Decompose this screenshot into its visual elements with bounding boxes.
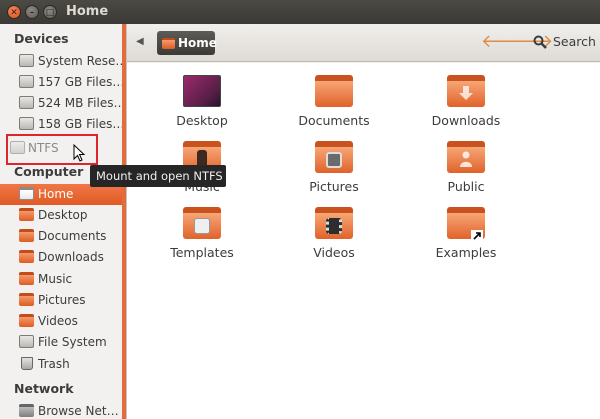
search-icon xyxy=(533,35,547,49)
sidebar-item-label: Videos xyxy=(38,314,78,328)
pictures-folder-icon xyxy=(315,141,353,173)
sidebar-section-devices: Devices xyxy=(14,31,69,46)
file-item-pictures[interactable]: Pictures xyxy=(279,135,389,197)
sidebar-item-label: 158 GB Files… xyxy=(38,117,122,131)
sidebar-item-label: 524 MB Files… xyxy=(38,96,122,110)
drive-icon xyxy=(19,96,34,109)
sidebar-item-downloads[interactable]: Downloads xyxy=(0,247,122,268)
search-label: Search xyxy=(553,34,596,49)
picture-icon xyxy=(326,152,342,168)
sidebar-item-file-system[interactable]: File System xyxy=(0,332,122,353)
sidebar-section-computer: Computer xyxy=(14,164,84,179)
sidebar-item-system-reserved[interactable]: System Rese… xyxy=(0,51,122,72)
close-window-button[interactable]: ✕ xyxy=(7,5,21,19)
sidebar-item-documents[interactable]: Documents xyxy=(0,226,122,247)
sidebar-item-label: Browse Net… xyxy=(38,404,119,418)
sidebar-item-label: Documents xyxy=(38,229,107,243)
sidebar-item-trash[interactable]: Trash xyxy=(0,354,122,375)
sidebar-item-label: Music xyxy=(38,272,73,286)
drive-icon xyxy=(19,117,34,130)
desktop-folder-icon xyxy=(19,208,34,221)
file-item-examples[interactable]: Examples xyxy=(411,201,521,263)
downloads-folder-icon xyxy=(19,250,34,263)
film-strip-icon xyxy=(326,218,342,234)
sidebar-item-157gb-volume[interactable]: 157 GB Files… xyxy=(0,72,122,93)
sidebar-item-desktop[interactable]: Desktop xyxy=(0,205,122,226)
breadcrumb-label: Home xyxy=(178,36,217,50)
drive-icon xyxy=(19,54,34,67)
file-manager-window: ✕ – □ Home Devices System Rese… 157 GB F… xyxy=(0,0,600,419)
sidebar-item-label: Desktop xyxy=(38,208,88,222)
file-item-label: Public xyxy=(447,179,485,194)
sidebar-item-videos[interactable]: Videos xyxy=(0,311,122,332)
sidebar-item-label: System Rese… xyxy=(38,54,122,68)
network-icon xyxy=(19,404,34,417)
sidebar-item-label: Trash xyxy=(38,357,70,371)
sidebar-item-browse-network[interactable]: Browse Net… xyxy=(0,401,122,419)
sidebar-item-music[interactable]: Music xyxy=(0,269,122,290)
videos-folder-icon xyxy=(19,314,34,327)
toolbar: ◀ Home 🡐 🡒 Search xyxy=(127,24,600,62)
sidebar-resize-handle[interactable] xyxy=(122,24,126,419)
window-title: Home xyxy=(66,4,109,19)
file-item-label: Desktop xyxy=(176,113,228,128)
file-item-desktop[interactable]: Desktop xyxy=(147,69,257,131)
desktop-folder-icon xyxy=(183,75,221,107)
music-folder-icon xyxy=(19,272,34,285)
title-bar: ✕ – □ Home xyxy=(0,0,600,24)
sidebar: Devices System Rese… 157 GB Files… 524 M… xyxy=(0,24,127,419)
documents-folder-icon xyxy=(19,229,34,242)
sidebar-item-158gb-volume[interactable]: 158 GB Files… xyxy=(0,114,122,135)
file-item-public[interactable]: Public xyxy=(411,135,521,197)
documents-folder-icon xyxy=(315,75,353,107)
file-item-label: Pictures xyxy=(309,179,359,194)
sidebar-item-524mb-volume[interactable]: 524 MB Files… xyxy=(0,93,122,114)
file-item-templates[interactable]: Templates xyxy=(147,201,257,263)
home-folder-icon xyxy=(162,38,175,49)
home-folder-icon xyxy=(19,187,34,200)
file-item-downloads[interactable]: Downloads xyxy=(411,69,521,131)
videos-folder-icon xyxy=(315,207,353,239)
file-item-videos[interactable]: Videos xyxy=(279,201,389,263)
file-item-documents[interactable]: Documents xyxy=(279,69,389,131)
drive-icon xyxy=(19,75,34,88)
maximize-window-button[interactable]: □ xyxy=(43,5,57,19)
mouse-pointer-icon xyxy=(73,144,87,162)
file-item-label: Examples xyxy=(435,245,497,260)
pictures-folder-icon xyxy=(19,293,34,306)
downloads-folder-icon xyxy=(447,75,485,107)
filesystem-drive-icon xyxy=(19,335,34,348)
file-item-label: Documents xyxy=(298,113,370,128)
ntfs-tooltip: Mount and open NTFS xyxy=(90,165,226,187)
sidebar-item-home[interactable]: Home xyxy=(0,184,122,205)
sidebar-item-label: File System xyxy=(38,335,107,349)
sidebar-item-label: Downloads xyxy=(38,250,104,264)
file-grid: Desktop Documents Downloads Music Pictur… xyxy=(127,63,600,419)
path-scroll-left-icon[interactable]: ◀ xyxy=(136,36,144,47)
file-item-label: Videos xyxy=(313,245,355,260)
examples-folder-icon xyxy=(447,207,485,242)
templates-folder-icon xyxy=(183,207,221,239)
file-item-label: Templates xyxy=(170,245,234,260)
sidebar-item-label: 157 GB Files… xyxy=(38,75,122,89)
file-item-label: Downloads xyxy=(431,113,501,128)
minimize-window-button[interactable]: – xyxy=(25,5,39,19)
template-document-icon xyxy=(194,218,210,234)
sidebar-section-network: Network xyxy=(14,381,74,396)
breadcrumb-home[interactable]: Home xyxy=(157,31,217,55)
sidebar-item-pictures[interactable]: Pictures xyxy=(0,290,122,311)
public-folder-icon xyxy=(447,141,485,173)
sidebar-item-label: Home xyxy=(38,187,74,201)
trash-icon xyxy=(21,357,33,370)
sidebar-item-label: Pictures xyxy=(38,293,86,307)
